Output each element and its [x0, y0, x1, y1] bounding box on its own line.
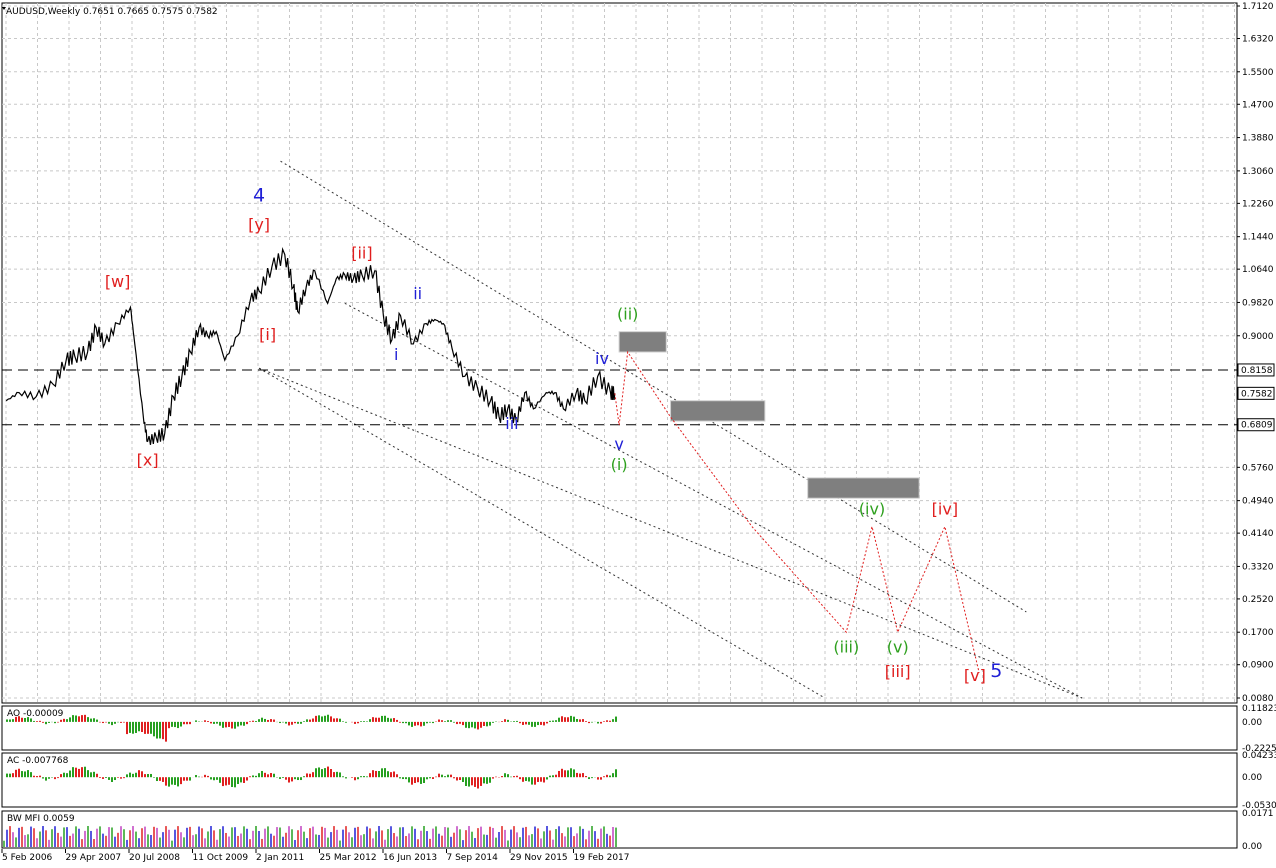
indicator-tick-label: 0.042338 — [1242, 751, 1276, 761]
price-tick-label: 0.4140 — [1242, 529, 1274, 539]
price-tag-label: 0.8158 — [1241, 366, 1273, 376]
wave-label: iv — [595, 349, 609, 368]
wave-label: [w] — [105, 272, 131, 291]
date-tick-label: 19 Feb 2017 — [574, 853, 630, 863]
wave-label: v — [614, 434, 623, 453]
price-tick-label: 1.7120 — [1242, 2, 1274, 12]
forecast-line — [614, 350, 980, 673]
date-tick-label: 29 Nov 2015 — [510, 853, 568, 863]
price-tag-label: 0.6809 — [1241, 421, 1273, 431]
main-pane-frame — [1, 2, 1238, 704]
price-line — [5, 246, 616, 445]
wave-label: [v] — [964, 666, 986, 685]
indicator-title: BW MFI 0.0059 — [7, 814, 75, 824]
target-zone — [670, 400, 766, 422]
wave-label: [iii] — [885, 662, 911, 681]
wave-label: (iii) — [833, 638, 859, 657]
wave-label: [x] — [137, 451, 159, 470]
price-tick-label: 1.6320 — [1242, 34, 1274, 44]
chart-grid — [1, 2, 1238, 704]
wave-label: (v) — [887, 638, 909, 657]
forecast-path — [614, 350, 980, 673]
price-tick-label: 0.9820 — [1242, 298, 1274, 308]
date-tick-label: 29 Apr 2007 — [66, 853, 122, 863]
date-tick-label: 16 Jun 2013 — [383, 853, 437, 863]
price-tick-label: 1.5500 — [1242, 68, 1274, 78]
price-tick-label: 0.4940 — [1242, 497, 1274, 507]
price-tick-label: 1.1440 — [1242, 233, 1274, 243]
date-axis: 5 Feb 2006 29 Apr 2007 20 Jul 2008 11 Oct 2… — [1, 849, 630, 863]
indicator-tick-label: 0.0171 — [1242, 809, 1274, 819]
chart-title: AUDUSD,Weekly 0.7651 0.7665 0.7575 0.758… — [6, 7, 218, 17]
price-tick-label: 0.3320 — [1242, 562, 1274, 572]
trading-chart[interactable]: 4 [y] [w] [ii] ii [i] i [x] iii iv v (i) (ii) (iv) (ii… — [0, 0, 1276, 868]
date-tick-label: 2 Jan 2011 — [256, 853, 304, 863]
price-tick-label: 0.2520 — [1242, 595, 1274, 605]
wave-label: [iv] — [932, 499, 958, 518]
price-tick-label: 0.9000 — [1242, 332, 1274, 342]
date-tick-label: 7 Sep 2014 — [447, 853, 499, 863]
price-tick-label: 1.0640 — [1242, 265, 1274, 275]
price-tick-label: 1.4700 — [1242, 100, 1274, 110]
date-tick-label: 20 Jul 2008 — [129, 853, 180, 863]
horizontal-levels — [2, 369, 1237, 426]
price-tick-label: 0.0900 — [1242, 661, 1274, 671]
indicator-pane — [1, 705, 1238, 751]
price-tick-label: 1.3060 — [1242, 167, 1274, 177]
price-tick-label: 1.3880 — [1242, 134, 1274, 144]
wave-label: 4 — [253, 185, 265, 207]
indicator-panes: AO -0.000090.118230.00-0.22254AC -0.0077… — [1, 704, 1276, 852]
wave-label: (ii) — [617, 305, 638, 324]
wave-labels: 4 [y] [w] [ii] ii [i] i [x] iii iv v (i) (ii) (iv) (ii… — [105, 185, 1003, 685]
wave-label: [y] — [248, 215, 270, 234]
wave-label: ii — [413, 284, 422, 303]
price-tick-label: 1.2260 — [1242, 199, 1274, 209]
wave-label: [i] — [259, 325, 276, 344]
price-series — [5, 246, 616, 445]
wave-label: (iv) — [859, 499, 885, 518]
wave-label: i — [394, 345, 398, 364]
indicator-tick-label: 0.00 — [1242, 842, 1262, 852]
price-tick-label: 0.5760 — [1242, 463, 1274, 473]
price-tag-label: 0.7582 — [1241, 389, 1273, 399]
wave-label: iii — [505, 414, 518, 433]
wave-label: (i) — [611, 455, 628, 474]
trend-channel-lines — [258, 160, 1083, 699]
date-tick-label: 11 Oct 2009 — [193, 853, 249, 863]
target-zones — [618, 331, 920, 499]
date-tick-label: 25 Mar 2012 — [320, 853, 377, 863]
wave-label: [ii] — [351, 244, 372, 263]
price-tick-label: 0.0080 — [1242, 694, 1274, 704]
indicator-title: AC -0.007768 — [7, 756, 69, 766]
date-tick-label: 5 Feb 2006 — [2, 853, 53, 863]
indicator-tick-label: 0.00 — [1242, 773, 1262, 783]
price-axis: 1.7120 1.6320 1.5500 1.4700 1.3880 1.3060 1.22… — [1237, 2, 1275, 704]
indicator-tick-label: 0.11823 — [1242, 704, 1276, 714]
wave-label: 5 — [990, 660, 1002, 682]
target-zone — [807, 477, 920, 499]
price-tick-label: 0.1700 — [1242, 628, 1274, 638]
target-zone — [618, 331, 667, 353]
channel-line — [280, 160, 1027, 613]
indicator-tick-label: 0.00 — [1242, 718, 1262, 728]
